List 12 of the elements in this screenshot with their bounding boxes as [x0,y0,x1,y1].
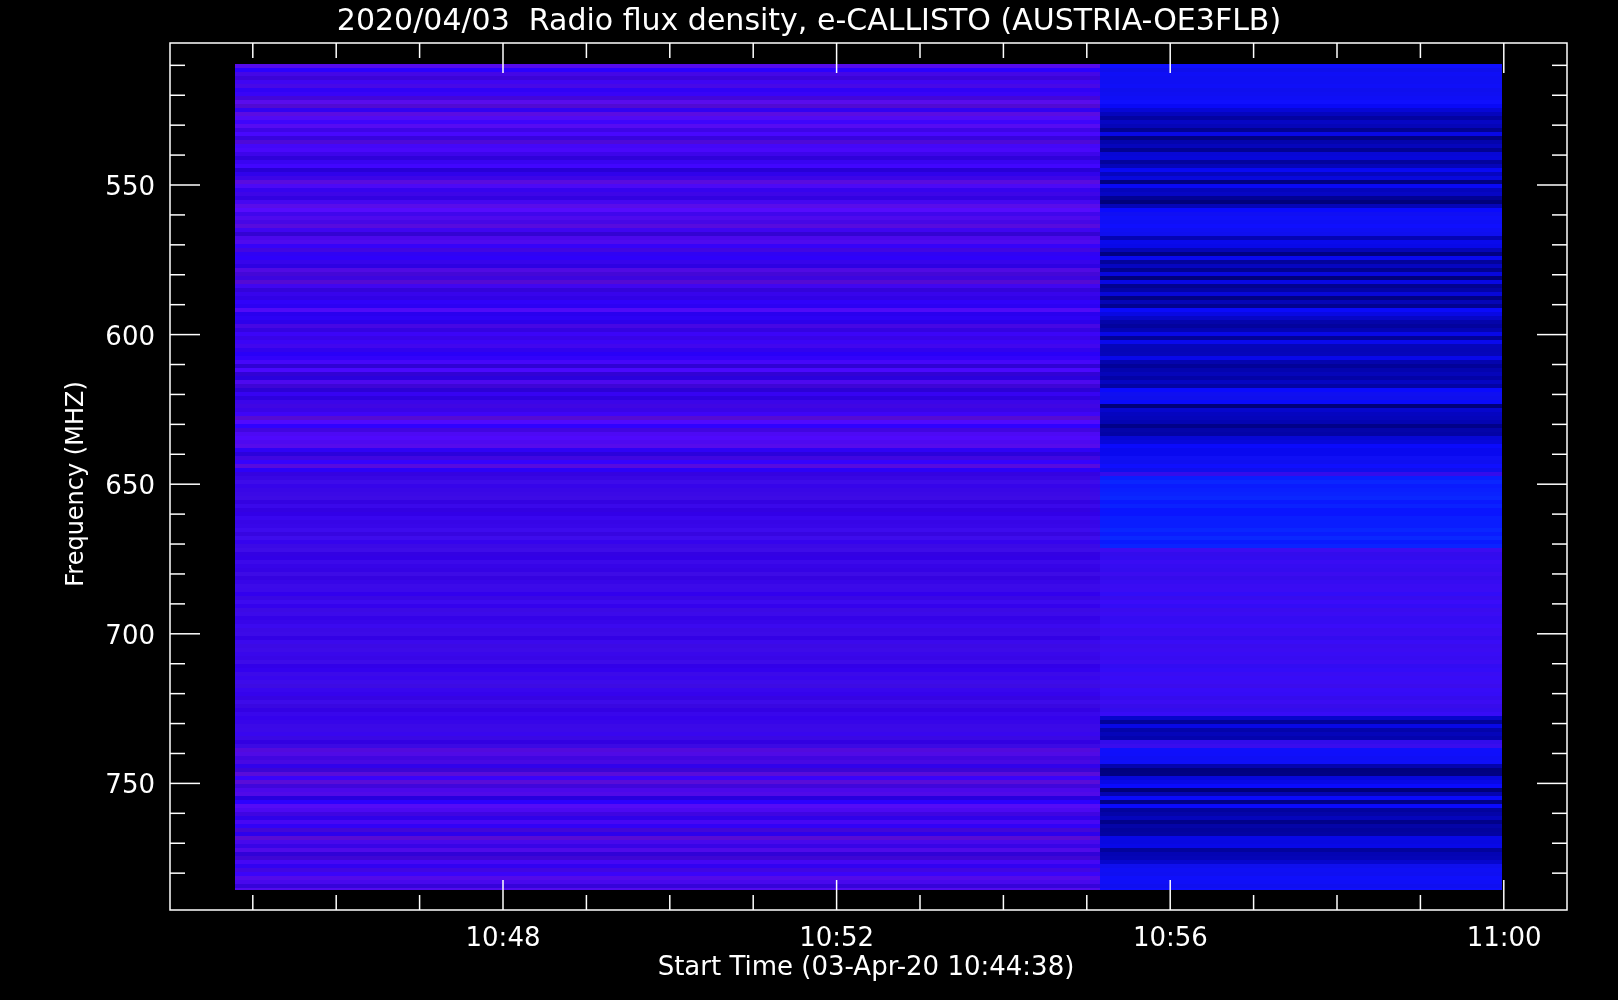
y-tick-label: 550 [105,171,155,201]
chart-title: 2020/04/03 Radio flux density, e-CALLISTO (AUSTRIA-OE3FLB) [336,2,1282,37]
x-tick-label: 11:00 [1466,922,1542,952]
y-tick-label: 750 [105,769,155,800]
y-axis-label: Frequency (MHZ) [61,381,89,587]
x-tick-label: 10:48 [465,922,541,952]
x-tick-label: 10:52 [799,922,875,952]
y-tick-label: 700 [105,619,155,650]
x-axis-label: Start Time (03-Apr-20 10:44:38) [657,951,1075,981]
x-tick-label: 10:56 [1132,922,1208,952]
y-tick-label: 600 [105,320,155,351]
y-tick-label: 650 [105,470,155,501]
